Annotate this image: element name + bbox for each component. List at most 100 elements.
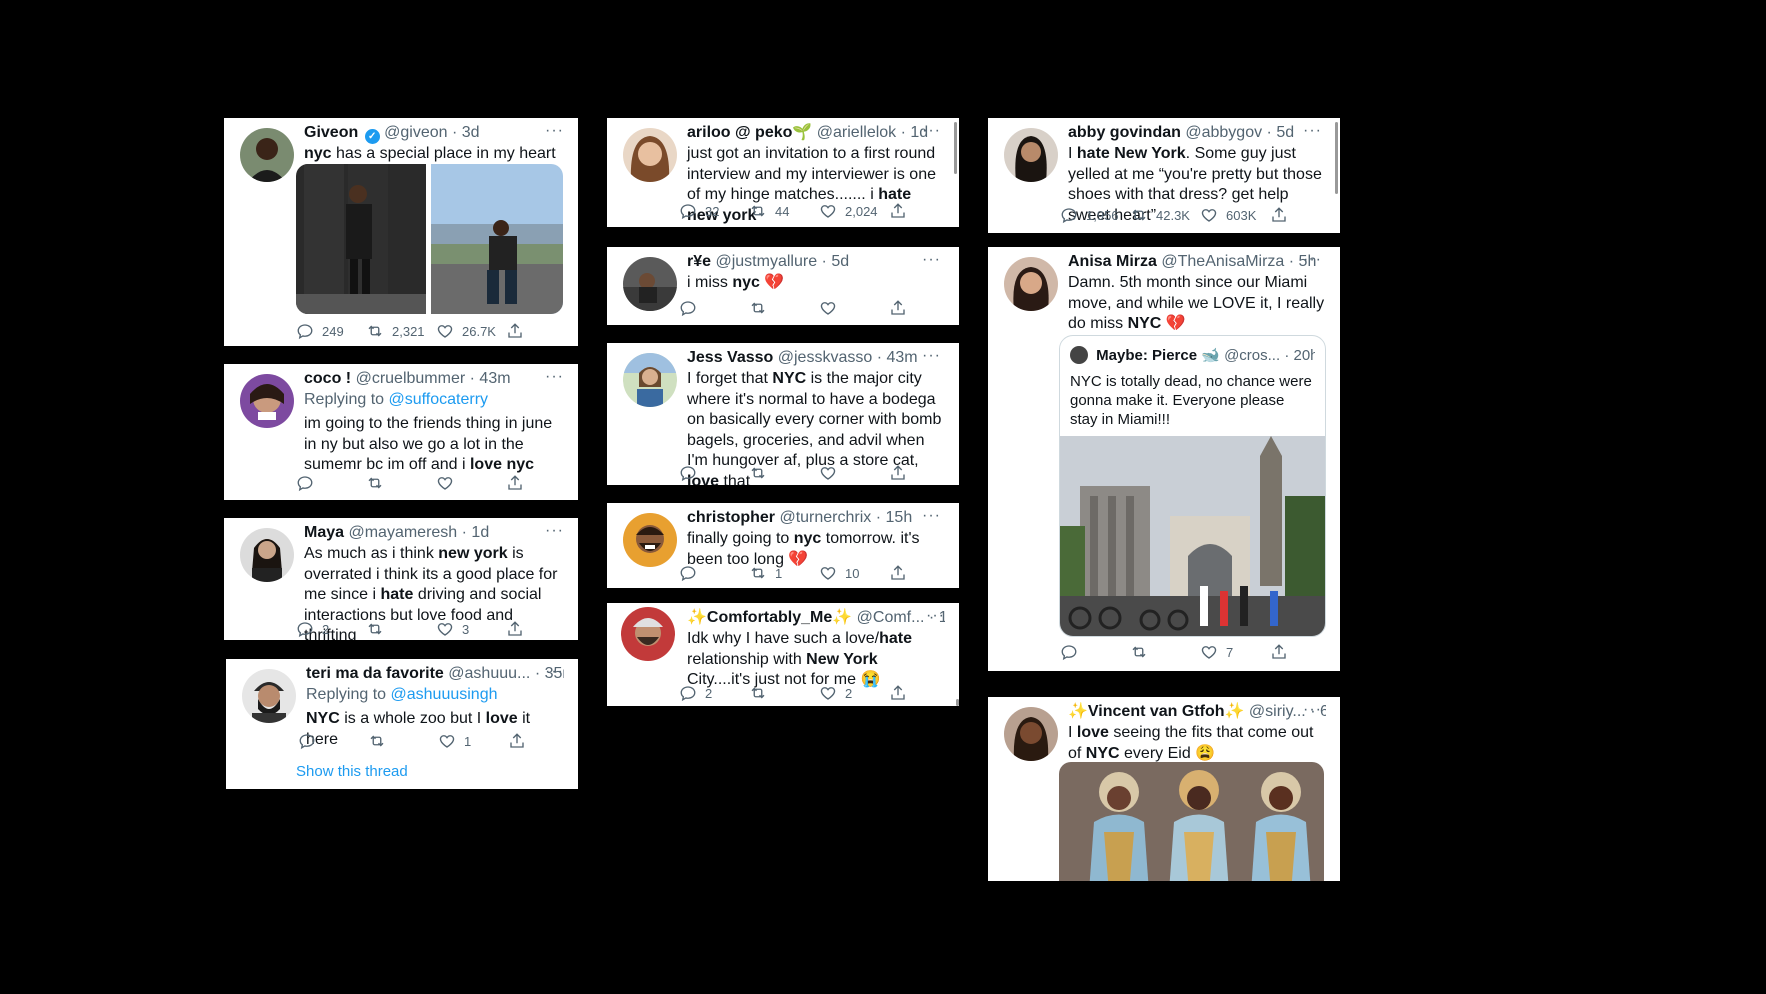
tweet-photo-1[interactable] [296,164,426,314]
tweet-card-giveon[interactable]: ··· Giveon ✓ @giveon · 3d nyc has a spec… [224,118,578,346]
share-button[interactable] [508,732,526,750]
share-button[interactable] [889,564,907,582]
timestamp[interactable]: · 5d [822,253,850,270]
like-button[interactable]: 1 [438,732,471,750]
tweet-card-vincent[interactable]: ··· ✨Vincent van Gtfoh✨ @siriy... · 6d I… [988,697,1340,881]
tweet-card-comfortably[interactable]: ··· ✨Comfortably_Me✨ @Comf... · 1d Idk w… [607,603,959,706]
handle[interactable]: @siriy... [1249,703,1306,720]
share-button[interactable] [889,202,907,220]
timestamp[interactable]: · 43m [470,370,511,387]
avatar[interactable] [1004,707,1058,761]
share-button[interactable] [506,322,524,340]
quoted-tweet[interactable]: Maybe: Pierce 🐋 @cros... · 20h NYC is to… [1059,335,1326,637]
like-button[interactable]: 2 [819,684,852,702]
timestamp[interactable]: · 43m [877,349,918,366]
avatar[interactable] [623,257,677,311]
tweet-photo[interactable] [1059,762,1324,881]
tweet-card-coco[interactable]: ··· coco ! @cruelbummer · 43m Replying t… [224,364,578,500]
like-button[interactable]: 7 [1200,643,1233,661]
retweet-button[interactable]: 44 [749,202,789,220]
avatar[interactable] [1004,257,1058,311]
reply-button[interactable] [298,732,324,750]
like-button[interactable] [436,474,462,492]
tweet-card-rye[interactable]: ··· r¥e @justmyallure · 5d i miss nyc 💔 [607,247,959,325]
handle[interactable]: @abbygov [1185,124,1262,141]
like-button[interactable] [819,299,845,317]
timestamp[interactable]: · 1d [901,124,929,141]
retweet-button[interactable] [366,620,392,638]
like-button[interactable] [819,464,845,482]
display-name[interactable]: ariloo @ peko🌱 [687,124,812,141]
retweet-button[interactable] [1130,643,1156,661]
share-button[interactable] [506,620,524,638]
display-name[interactable]: Anisa Mirza [1068,253,1157,270]
timestamp[interactable]: · 35m [535,665,564,682]
avatar[interactable] [240,128,294,182]
retweet-button[interactable] [749,299,775,317]
handle[interactable]: @TheAnisaMirza [1161,253,1284,270]
share-button[interactable] [1270,643,1288,661]
quoted-display-name[interactable]: Maybe: Pierce 🐋 [1096,347,1220,364]
reply-button[interactable] [679,299,705,317]
display-name[interactable]: Jess Vasso [687,349,773,366]
retweet-button[interactable] [749,464,775,482]
handle[interactable]: @mayameresh [348,524,457,541]
avatar[interactable] [623,128,677,182]
retweet-button[interactable]: 1 [749,564,782,582]
avatar[interactable] [621,607,675,661]
timestamp[interactable]: · 1d [462,524,490,541]
handle[interactable]: @ashuuu... [448,665,530,682]
timestamp[interactable]: · 3d [452,124,480,141]
share-button[interactable] [506,474,524,492]
tweet-card-abby[interactable]: ··· abby govindan @abbygov · 5d I hate N… [988,118,1340,233]
share-button[interactable] [1270,206,1288,224]
avatar[interactable] [623,353,677,407]
display-name[interactable]: ✨Comfortably_Me✨ [687,609,852,626]
handle[interactable]: @cruelbummer [356,370,466,387]
avatar[interactable] [242,669,296,723]
display-name[interactable]: r¥e [687,253,711,270]
reply-button[interactable]: 249 [296,322,344,340]
timestamp[interactable]: · 5h [1289,253,1317,270]
like-button[interactable]: 2,024 [819,202,878,220]
share-button[interactable] [889,684,907,702]
timestamp[interactable]: · 1d [929,609,945,626]
display-name[interactable]: Giveon [304,124,358,141]
handle[interactable]: @giveon [384,124,447,141]
reply-button[interactable]: 32 [679,202,719,220]
avatar[interactable] [240,374,294,428]
tweet-card-teri[interactable]: ··· teri ma da favorite @ashuuu... · 35m… [226,659,578,789]
retweet-button[interactable]: 2,321 [366,322,425,340]
quoted-timestamp[interactable]: · 20h [1284,347,1315,364]
tweet-card-anisa[interactable]: ··· Anisa Mirza @TheAnisaMirza · 5h Damn… [988,247,1340,671]
retweet-button[interactable]: 42.3K [1130,206,1190,224]
tweet-card-christopher[interactable]: ··· christopher @turnerchrix · 15h final… [607,503,959,588]
handle[interactable]: @turnerchrix [779,509,871,526]
display-name[interactable]: christopher [687,509,775,526]
retweet-button[interactable] [749,684,775,702]
scrollbar[interactable] [1335,122,1338,194]
tweet-card-maya[interactable]: ··· Maya @mayameresh · 1d As much as i t… [224,518,578,640]
like-button[interactable]: 603K [1200,206,1256,224]
tweet-card-jess[interactable]: ··· Jess Vasso @jesskvasso · 43m I forge… [607,343,959,485]
reply-button[interactable] [296,474,322,492]
quoted-tweet-photo[interactable] [1060,436,1325,636]
reply-button[interactable]: 2 [296,620,329,638]
handle[interactable]: @Comf... [857,609,925,626]
scrollbar[interactable] [954,122,957,174]
show-thread-link[interactable]: Show this thread [296,763,408,780]
display-name[interactable]: coco ! [304,370,351,387]
tweet-card-ariloo[interactable]: ··· ariloo @ peko🌱 @ariellelok · 1d just… [607,118,959,227]
reply-button[interactable] [679,464,705,482]
handle[interactable]: @ariellelok [817,124,896,141]
quoted-avatar[interactable] [1070,346,1088,364]
reply-button[interactable] [679,564,705,582]
avatar[interactable] [1004,128,1058,182]
quoted-handle[interactable]: @cros... [1224,347,1280,364]
reply-button[interactable]: 1,956 [1060,206,1119,224]
handle[interactable]: @justmyallure [715,253,817,270]
like-button[interactable]: 26.7K [436,322,496,340]
handle[interactable]: @jesskvasso [778,349,873,366]
reply-button[interactable]: 2 [679,684,712,702]
retweet-button[interactable] [368,732,394,750]
